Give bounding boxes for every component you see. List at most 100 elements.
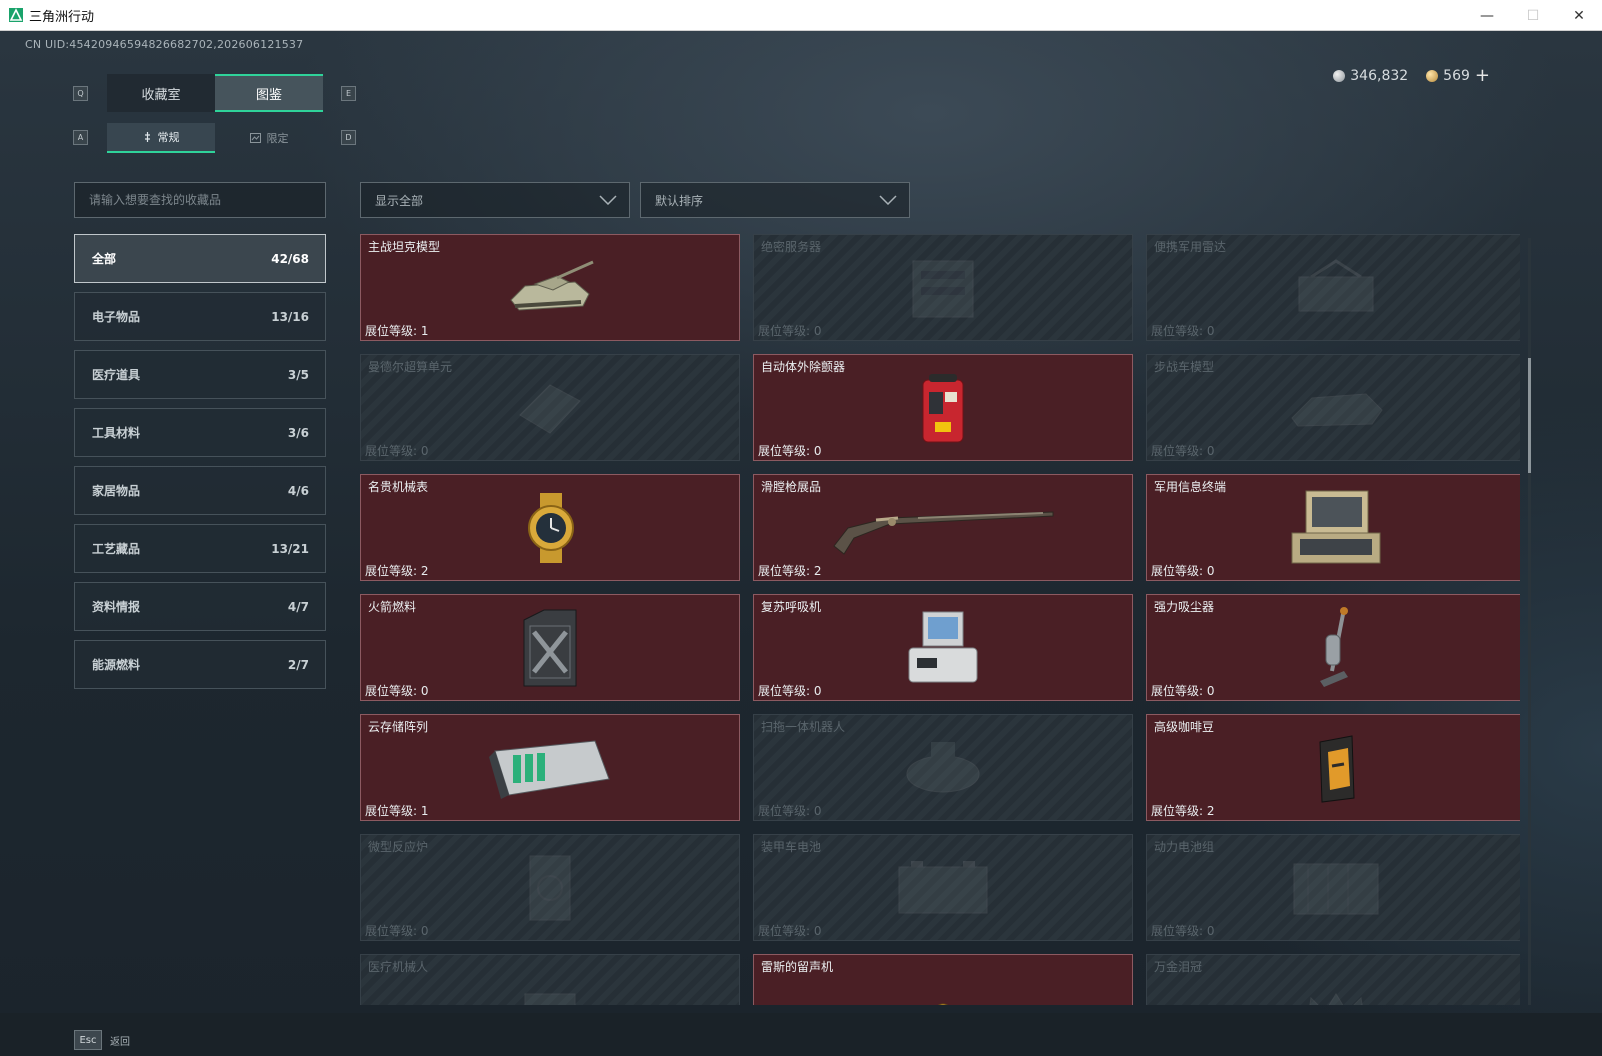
fuel-can-icon (514, 606, 586, 694)
radar-icon (1291, 255, 1381, 325)
window-titlebar: 三角洲行动 — ☐ ✕ (0, 0, 1602, 31)
item-name: 滑膛枪展品 (761, 480, 822, 494)
category-label: 资料情报 (92, 600, 141, 614)
battery-icon (893, 857, 993, 923)
item-level: 展位等级: 0 (365, 924, 429, 938)
key-hint-a: A (73, 130, 88, 145)
category-count: 4/7 (287, 599, 309, 614)
item-name: 动力电池组 (1154, 840, 1215, 854)
category-intel[interactable]: 资料情报 4/7 (74, 582, 326, 631)
item-card[interactable]: 强力吸尘器 展位等级: 0 (1146, 594, 1520, 701)
item-name: 万金泪冠 (1154, 960, 1203, 974)
filter-dropdown[interactable]: 显示全部 (360, 182, 630, 218)
musket-icon (828, 498, 1058, 562)
item-card[interactable]: 主战坦克模型 展位等级: 1 (360, 234, 740, 341)
sort-dropdown[interactable]: 默认排序 (640, 182, 910, 218)
item-card[interactable]: 名贵机械表 展位等级: 2 (360, 474, 740, 581)
defibrillator-icon (917, 370, 969, 450)
key-hint-d: D (341, 130, 356, 145)
bottom-bar (0, 1013, 1602, 1056)
grid-scrollbar[interactable] (1528, 238, 1531, 1005)
item-level: 展位等级: 0 (365, 444, 429, 458)
item-card[interactable]: 绝密服务器 展位等级: 0 (753, 234, 1133, 341)
server-icon (903, 253, 983, 327)
category-label: 电子物品 (92, 310, 141, 324)
key-hint-e: E (341, 86, 356, 101)
coffee-bag-icon (1314, 732, 1358, 808)
item-card[interactable]: 复苏呼吸机展位等级: 0 (753, 594, 1133, 701)
item-level: 展位等级: 0 (1151, 684, 1215, 698)
item-name: 扫拖一体机器人 (761, 720, 846, 734)
collection-screen: CN UID:4542094659482668270​2,20260612153… (0, 31, 1602, 1056)
item-grid: 主战坦克模型 展位等级: 1 绝密服务器 展位等级: 0 便携军用雷达 展位等级: 0 曼德… (360, 234, 1520, 1005)
tab-collection-room[interactable]: 收藏室 (107, 74, 215, 112)
item-card[interactable]: 火箭燃料 展位等级: 0 (360, 594, 740, 701)
gramophone-icon (923, 998, 963, 1005)
minimize-button[interactable]: — (1464, 0, 1510, 31)
item-card[interactable]: 扫拖一体机器人 展位等级: 0 (753, 714, 1133, 821)
category-electronics[interactable]: 电子物品 13/16 (74, 292, 326, 341)
key-hint-q: Q (73, 86, 88, 101)
item-level: 展位等级: 0 (1151, 564, 1215, 578)
category-label: 能源燃料 (92, 658, 141, 672)
category-all[interactable]: 全部 42/68 (74, 234, 326, 283)
category-tools[interactable]: 工具材料 3/6 (74, 408, 326, 457)
item-card[interactable]: 自动体外除颤器 展位等级: 0 (753, 354, 1133, 461)
filter-dropdown-value: 显示全部 (375, 193, 424, 208)
tab-catalog[interactable]: 图鉴 (215, 74, 323, 112)
regular-icon (144, 132, 150, 142)
medical-robot-icon (515, 988, 585, 1005)
item-card[interactable]: 步战车模型 展位等级: 0 (1146, 354, 1520, 461)
window-title: 三角洲行动 (29, 9, 95, 25)
item-card[interactable]: 医疗机械人展位等级: 0 (360, 954, 740, 1005)
item-name: 复苏呼吸机 (761, 600, 822, 614)
category-crafts[interactable]: 工艺藏品 13/21 (74, 524, 326, 573)
back-button[interactable]: Esc 返回 (74, 1030, 130, 1050)
maximize-button[interactable]: ☐ (1510, 0, 1556, 31)
item-level: 展位等级: 2 (1151, 804, 1215, 818)
item-card[interactable]: 动力电池组展位等级: 0 (1146, 834, 1520, 941)
item-level: 展位等级: 0 (758, 804, 822, 818)
ventilator-icon (903, 608, 983, 692)
category-medical[interactable]: 医疗道具 3/5 (74, 350, 326, 399)
tab-regular[interactable]: 常规 (107, 123, 215, 153)
add-currency-button[interactable]: + (1475, 65, 1490, 86)
item-level: 展位等级: 2 (758, 564, 822, 578)
item-level: 展位等级: 0 (758, 684, 822, 698)
category-list: 全部 42/68 电子物品 13/16 医疗道具 3/5 工具材料 3/6 家居… (74, 234, 326, 698)
item-card[interactable]: 军用信息终端 展位等级: 0 (1146, 474, 1520, 581)
item-level: 展位等级: 1 (365, 324, 429, 338)
item-card[interactable]: 微型反应炉 展位等级: 0 (360, 834, 740, 941)
supercomputer-icon (510, 375, 590, 445)
category-energy[interactable]: 能源燃料 2/7 (74, 640, 326, 689)
item-level: 展位等级: 0 (1151, 924, 1215, 938)
window-controls: — ☐ ✕ (1464, 0, 1602, 31)
storage-array-icon (485, 733, 615, 807)
close-button[interactable]: ✕ (1556, 0, 1602, 31)
sort-dropdown-value: 默认排序 (655, 193, 704, 208)
item-card[interactable]: 便携军用雷达 展位等级: 0 (1146, 234, 1520, 341)
category-count: 4/6 (287, 483, 309, 498)
currency-bar: 346,832 569 + (1333, 65, 1490, 86)
gold-coin-icon (1426, 69, 1439, 82)
category-count: 3/5 (287, 367, 309, 382)
tab-limited-label: 限定 (266, 132, 289, 145)
battery-pack-icon (1288, 856, 1384, 924)
item-card[interactable]: 装甲车电池 展位等级: 0 (753, 834, 1133, 941)
category-label: 工艺藏品 (92, 542, 141, 556)
item-card[interactable]: 滑膛枪展品展位等级: 2 (753, 474, 1133, 581)
item-card[interactable]: 曼德尔超算单元 展位等级: 0 (360, 354, 740, 461)
grid-scrollbar-thumb[interactable] (1528, 358, 1531, 473)
back-label: 返回 (110, 1036, 130, 1048)
category-count: 13/21 (271, 541, 309, 556)
item-card[interactable]: 万金泪冠展位等级: 0 (1146, 954, 1520, 1005)
item-card[interactable]: 高级咖啡豆 展位等级: 2 (1146, 714, 1520, 821)
category-label: 医疗道具 (92, 368, 141, 382)
search-input[interactable] (74, 182, 326, 218)
tab-limited[interactable]: 限定 (215, 123, 323, 153)
gold-amount: 569 (1443, 67, 1470, 84)
item-card[interactable]: 雷斯的留声机展位等级: 0 (753, 954, 1133, 1005)
watch-icon (518, 491, 582, 569)
category-household[interactable]: 家居物品 4/6 (74, 466, 326, 515)
item-card[interactable]: 云存储阵列 展位等级: 1 (360, 714, 740, 821)
